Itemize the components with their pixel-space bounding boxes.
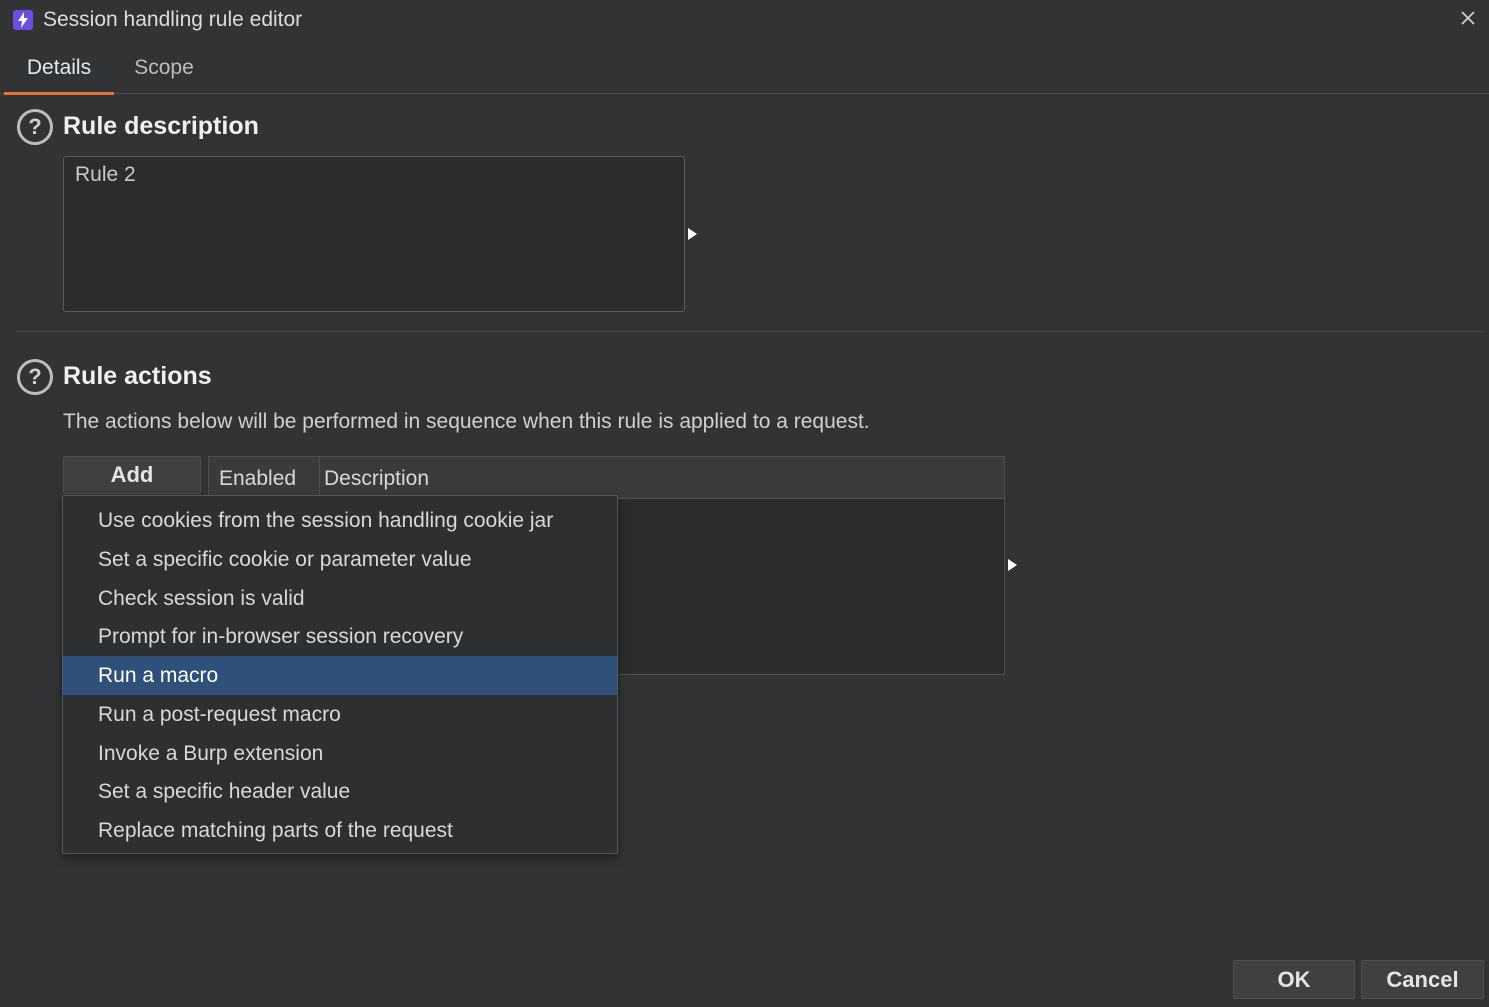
help-icon[interactable]: ? <box>17 359 53 395</box>
session-rule-editor-window: Session handling rule editor Details Sco… <box>0 0 1489 1007</box>
menu-item-run-post-request-macro[interactable]: Run a post-request macro <box>63 695 617 734</box>
menu-item-use-cookies[interactable]: Use cookies from the session handling co… <box>63 501 617 540</box>
menu-item-invoke-extension[interactable]: Invoke a Burp extension <box>63 734 617 773</box>
title-bar: Session handling rule editor <box>0 0 1489 42</box>
column-separator <box>319 457 320 499</box>
window-title: Session handling rule editor <box>43 8 303 31</box>
lightning-icon <box>13 10 33 30</box>
tab-scope[interactable]: Scope <box>118 42 210 94</box>
menu-item-set-cookie-parameter[interactable]: Set a specific cookie or parameter value <box>63 540 617 579</box>
tab-bar: Details Scope <box>0 42 1489 95</box>
ok-button[interactable]: OK <box>1233 960 1355 999</box>
menu-item-run-macro[interactable]: Run a macro <box>63 656 617 695</box>
menu-item-set-header[interactable]: Set a specific header value <box>63 772 617 811</box>
rule-description-heading: Rule description <box>63 112 259 140</box>
menu-item-replace-parts[interactable]: Replace matching parts of the request <box>63 811 617 850</box>
close-icon[interactable] <box>1459 9 1477 27</box>
add-action-menu: Use cookies from the session handling co… <box>62 495 618 854</box>
cancel-button[interactable]: Cancel <box>1361 960 1484 999</box>
rule-actions-heading: Rule actions <box>63 362 212 390</box>
rule-description-field[interactable]: Rule 2 <box>63 156 685 312</box>
menu-item-check-session[interactable]: Check session is valid <box>63 579 617 618</box>
add-button[interactable]: Add <box>63 456 201 494</box>
table-header: Enabled Description <box>209 457 1004 499</box>
column-header-description[interactable]: Description <box>324 457 429 499</box>
help-icon[interactable]: ? <box>17 109 53 145</box>
expand-arrow-icon[interactable] <box>1008 559 1017 571</box>
expand-arrow-icon[interactable] <box>688 228 697 240</box>
tab-details[interactable]: Details <box>4 42 114 95</box>
column-header-enabled[interactable]: Enabled <box>219 457 296 499</box>
rule-actions-info: The actions below will be performed in s… <box>63 410 870 433</box>
menu-item-prompt-recovery[interactable]: Prompt for in-browser session recovery <box>63 617 617 656</box>
section-divider <box>16 331 1483 332</box>
